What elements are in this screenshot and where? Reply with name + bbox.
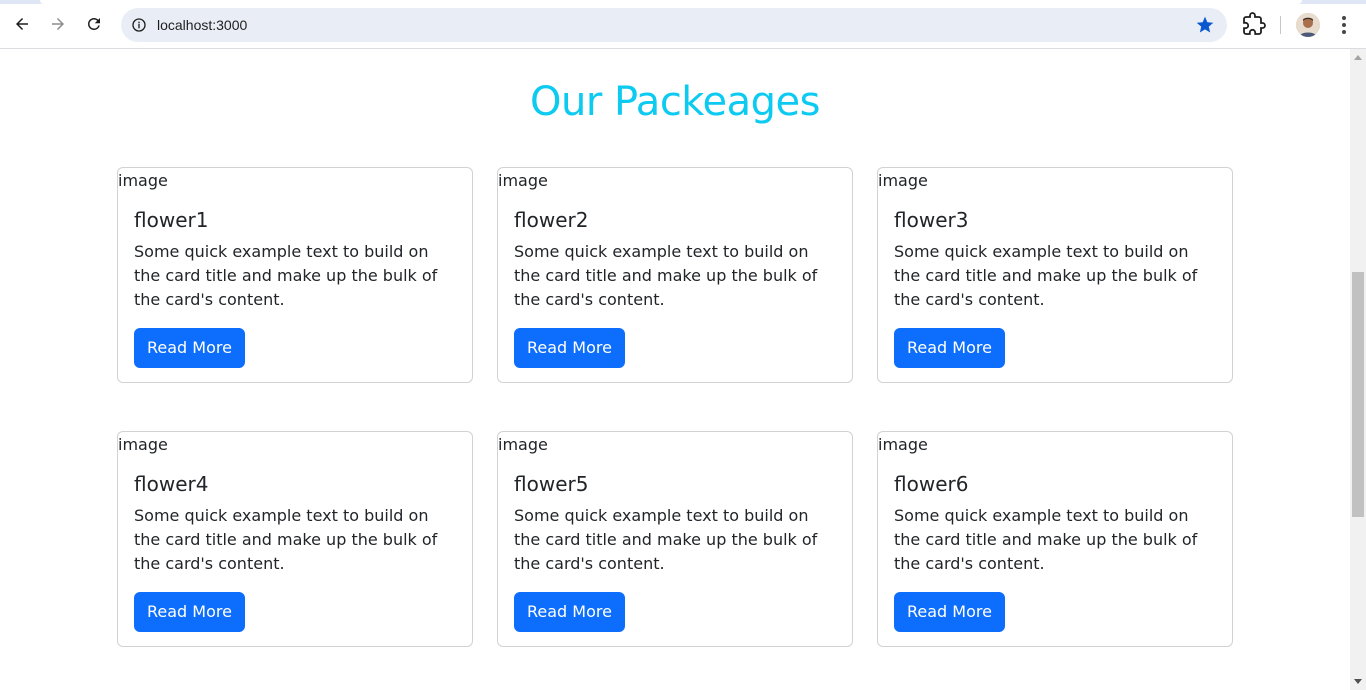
- page-title: Our Packeages: [529, 79, 821, 125]
- card-image-broken: image: [498, 171, 548, 190]
- card-text: Some quick example text to build on the …: [514, 506, 818, 573]
- card-body: flower5 Some quick example text to build…: [514, 472, 836, 632]
- card-text: Some quick example text to build on the …: [894, 242, 1198, 309]
- read-more-button[interactable]: Read More: [514, 592, 625, 632]
- scroll-up-arrow-icon[interactable]: [1354, 55, 1362, 60]
- card-body: flower3 Some quick example text to build…: [894, 208, 1216, 368]
- package-card: image flower6 Some quick example text to…: [877, 431, 1233, 647]
- browser-menu-icon[interactable]: [1334, 13, 1354, 37]
- url-text[interactable]: localhost:3000: [157, 17, 247, 33]
- read-more-button[interactable]: Read More: [134, 592, 245, 632]
- read-more-button[interactable]: Read More: [894, 592, 1005, 632]
- page-viewport: Our Packeages image flower1 Some quick e…: [0, 49, 1350, 690]
- card-text: Some quick example text to build on the …: [514, 242, 818, 309]
- package-card: image flower3 Some quick example text to…: [877, 167, 1233, 383]
- forward-button[interactable]: [44, 10, 72, 38]
- toolbar-divider: [1280, 16, 1281, 34]
- card-text: Some quick example text to build on the …: [134, 242, 438, 309]
- bookmark-star-icon[interactable]: [1195, 15, 1215, 35]
- card-image-broken: image: [878, 171, 928, 190]
- read-more-button[interactable]: Read More: [894, 328, 1005, 368]
- card-image-broken: image: [498, 435, 548, 454]
- tab-strip: [0, 0, 1366, 4]
- reload-button[interactable]: [80, 10, 108, 38]
- image-alt-text: image: [878, 171, 928, 190]
- user-avatar-icon: [1296, 13, 1320, 37]
- card-image-broken: image: [118, 435, 168, 454]
- read-more-button[interactable]: Read More: [514, 328, 625, 368]
- package-card: image flower2 Some quick example text to…: [497, 167, 853, 383]
- card-grid: image flower1 Some quick example text to…: [117, 167, 1233, 647]
- image-alt-text: image: [118, 435, 168, 454]
- package-card: image flower5 Some quick example text to…: [497, 431, 853, 647]
- card-image-broken: image: [878, 435, 928, 454]
- card-title: flower6: [894, 472, 969, 496]
- extensions-icon[interactable]: [1242, 12, 1266, 36]
- back-button[interactable]: [8, 10, 36, 38]
- scroll-down-arrow-icon[interactable]: [1354, 679, 1362, 684]
- arrow-left-icon: [16, 18, 28, 30]
- card-title: flower1: [134, 208, 209, 232]
- card-body: flower6 Some quick example text to build…: [894, 472, 1216, 632]
- image-alt-text: image: [498, 171, 548, 190]
- image-alt-text: image: [498, 435, 548, 454]
- scrollbar-thumb[interactable]: [1352, 272, 1364, 517]
- site-info-icon[interactable]: [129, 15, 149, 35]
- card-body: flower2 Some quick example text to build…: [514, 208, 836, 368]
- arrow-right-icon: [52, 18, 64, 30]
- reload-icon: [88, 18, 100, 30]
- card-title: flower5: [514, 472, 589, 496]
- card-body: flower4 Some quick example text to build…: [134, 472, 456, 632]
- image-alt-text: image: [118, 171, 168, 190]
- active-tab[interactable]: [40, 0, 1302, 4]
- card-title: flower3: [894, 208, 969, 232]
- card-text: Some quick example text to build on the …: [134, 506, 438, 573]
- card-title: flower2: [514, 208, 589, 232]
- package-card: image flower1 Some quick example text to…: [117, 167, 473, 383]
- card-title: flower4: [134, 472, 209, 496]
- package-card: image flower4 Some quick example text to…: [117, 431, 473, 647]
- card-image-broken: image: [118, 171, 168, 190]
- vertical-scrollbar[interactable]: [1350, 49, 1366, 690]
- address-bar[interactable]: localhost:3000: [121, 8, 1227, 42]
- read-more-button[interactable]: Read More: [134, 328, 245, 368]
- card-body: flower1 Some quick example text to build…: [134, 208, 456, 368]
- card-text: Some quick example text to build on the …: [894, 506, 1198, 573]
- browser-toolbar: localhost:3000: [0, 0, 1366, 49]
- profile-avatar[interactable]: [1296, 13, 1320, 37]
- image-alt-text: image: [878, 435, 928, 454]
